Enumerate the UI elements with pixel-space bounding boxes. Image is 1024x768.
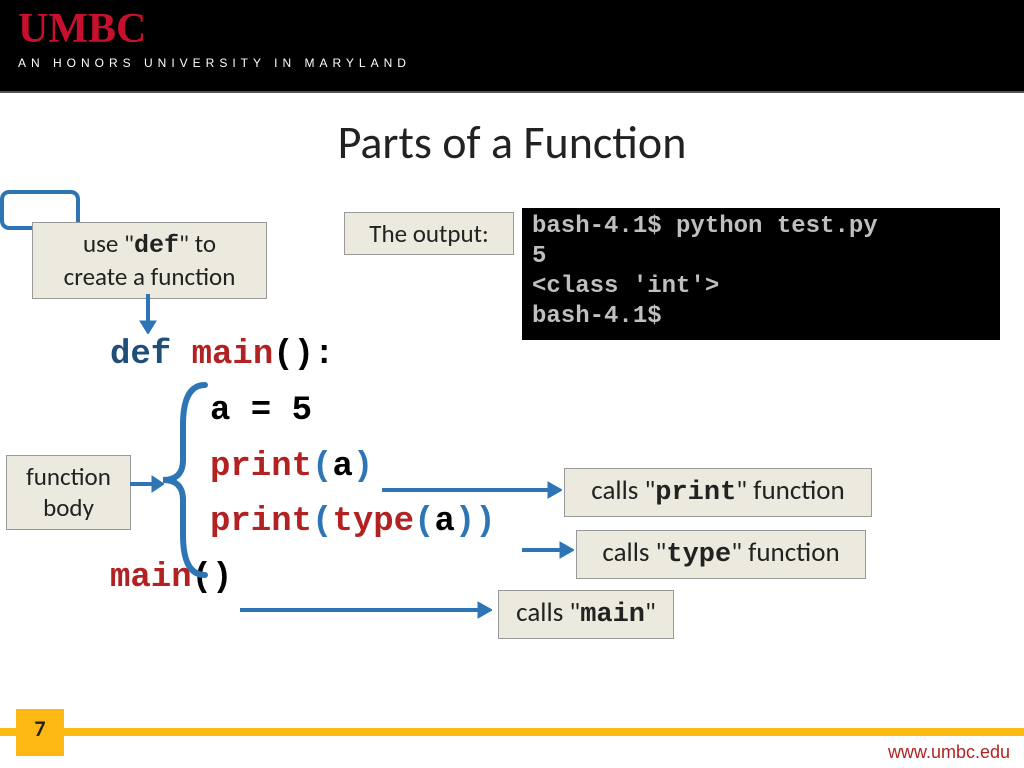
footer-url: www.umbc.edu — [888, 742, 1010, 763]
arrow-icon — [382, 478, 562, 502]
arrow-icon — [240, 598, 492, 622]
paren: ( — [312, 448, 332, 486]
text: " to — [179, 228, 216, 259]
text: calls " — [602, 536, 666, 569]
def-keyword: def — [134, 231, 179, 260]
paren: ( — [312, 503, 332, 541]
output-label: The output: — [344, 212, 514, 255]
text: create a function — [64, 261, 236, 292]
arrow-icon — [136, 294, 160, 334]
fn-type: type — [332, 503, 414, 541]
use-def-callout: use "def" to create a function — [32, 222, 267, 299]
assign: a = 5 — [210, 384, 312, 440]
slide-body: use "def" to create a function The outpu… — [0, 190, 1024, 700]
code-line-1: def main(): — [110, 328, 496, 384]
calls-print-callout: calls "print" function — [564, 468, 872, 517]
text: " — [645, 596, 656, 629]
fn-main: main — [171, 336, 273, 374]
calls-type-callout: calls "type" function — [576, 530, 866, 579]
paren: ( — [414, 503, 434, 541]
var-a: a — [434, 503, 454, 541]
umbc-logo: UMBC — [18, 8, 1006, 50]
type-fn: type — [666, 540, 731, 570]
tagline: AN HONORS UNIVERSITY IN MARYLAND — [18, 56, 1006, 70]
paren: )) — [455, 503, 496, 541]
paren: ) — [353, 448, 373, 486]
text: calls " — [516, 596, 580, 629]
fn-print: print — [210, 503, 312, 541]
page-number: 7 — [16, 709, 64, 756]
print-fn: print — [655, 478, 736, 508]
arrow-icon — [522, 538, 574, 562]
footer-bar: www.umbc.edu — [0, 728, 1024, 768]
text: " function — [736, 474, 844, 507]
main-fn: main — [580, 600, 645, 630]
paren: (): — [273, 336, 334, 374]
brace-icon — [155, 380, 215, 580]
text: use " — [83, 228, 134, 259]
header-bar: UMBC AN HONORS UNIVERSITY IN MARYLAND — [0, 0, 1024, 93]
text: " function — [731, 536, 839, 569]
slide-title: Parts of a Function — [0, 115, 1024, 171]
fn-print: print — [210, 448, 312, 486]
text: function — [26, 461, 111, 492]
terminal-output: bash-4.1$ python test.py 5 <class 'int'>… — [522, 208, 1000, 340]
kw-def: def — [110, 336, 171, 374]
var-a: a — [332, 448, 352, 486]
text: body — [43, 492, 94, 523]
calls-main-callout: calls "main" — [498, 590, 674, 639]
text: calls " — [591, 474, 655, 507]
arrow-icon — [130, 472, 164, 496]
